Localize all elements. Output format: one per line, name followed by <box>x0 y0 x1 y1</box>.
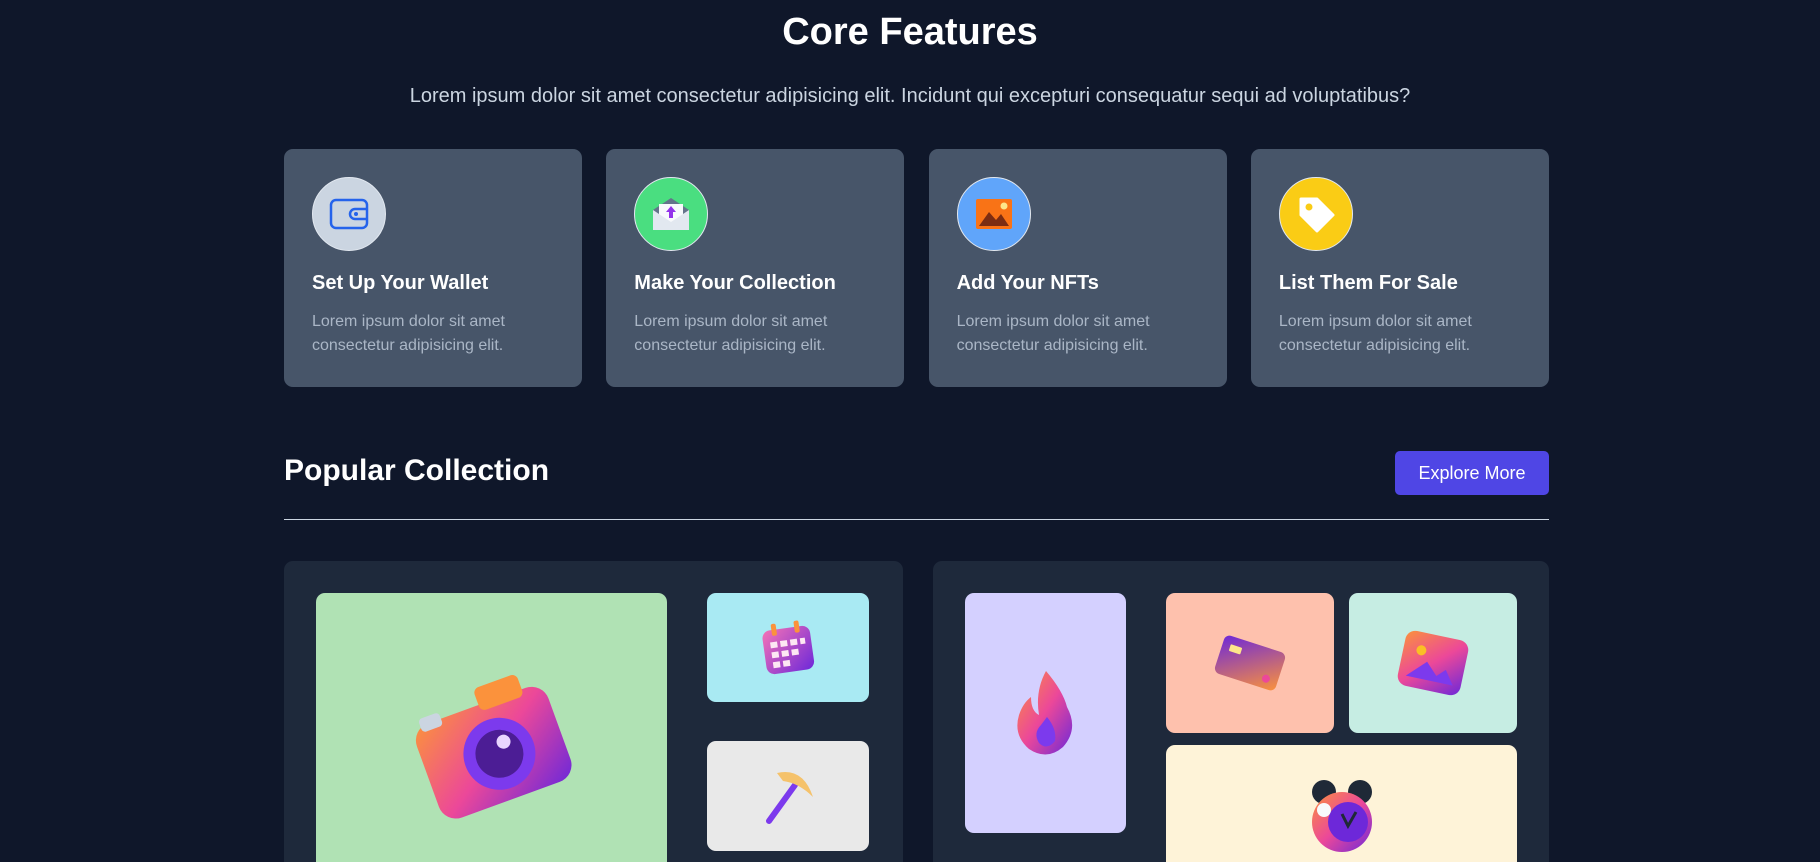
feature-card-nfts: Add Your NFTs Lorem ipsum dolor sit amet… <box>928 149 1227 387</box>
camera-icon <box>415 675 572 819</box>
calendar-icon <box>762 620 815 674</box>
collection-tile-fire[interactable] <box>965 593 1126 833</box>
feature-card-sale: List Them For Sale Lorem ipsum dolor sit… <box>1250 149 1549 387</box>
feature-card-description: Lorem ipsum dolor sit amet consectetur a… <box>1278 313 1472 354</box>
feature-card-title: Set Up Your Wallet <box>312 272 489 294</box>
feature-card-title: Add Your NFTs <box>956 272 1099 294</box>
section-divider <box>284 519 1549 520</box>
fire-icon <box>1016 671 1072 755</box>
feature-card-collection: Make Your Collection Lorem ipsum dolor s… <box>606 149 905 387</box>
wallet-icon <box>312 177 386 251</box>
alarm-clock-icon <box>1311 780 1372 852</box>
feature-card-description: Lorem ipsum dolor sit amet consectetur a… <box>634 313 828 354</box>
collection-tile-clock[interactable] <box>1166 745 1517 862</box>
features-subtitle: Lorem ipsum dolor sit amet consectetur a… <box>409 85 1411 107</box>
collection-tile-calendar[interactable] <box>707 593 869 702</box>
collection-tile-camera[interactable] <box>316 593 667 862</box>
collection-tile-pickaxe[interactable] <box>707 741 869 851</box>
envelope-upload-icon <box>634 177 709 251</box>
collection-panel-right[interactable] <box>933 561 1549 862</box>
feature-card-wallet: Set Up Your Wallet Lorem ipsum dolor sit… <box>284 149 582 387</box>
feature-card-description: Lorem ipsum dolor sit amet consectetur a… <box>312 313 505 354</box>
feature-cards: Set Up Your Wallet Lorem ipsum dolor sit… <box>284 149 1549 387</box>
pickaxe-icon <box>766 772 813 824</box>
feature-card-title: List Them For Sale <box>1278 272 1458 294</box>
collection-panel-left[interactable] <box>284 561 903 862</box>
collection-tile-photo[interactable] <box>1349 593 1517 733</box>
image-icon <box>956 177 1031 251</box>
collection-tile-card[interactable] <box>1166 593 1334 733</box>
explore-more-button[interactable]: Explore More <box>1395 451 1549 495</box>
features-title: Core Features <box>782 11 1038 53</box>
credit-card-icon <box>1214 635 1286 691</box>
photo-icon <box>1397 630 1469 696</box>
feature-card-description: Lorem ipsum dolor sit amet consectetur a… <box>956 313 1150 354</box>
popular-collection-title: Popular Collection <box>284 454 550 487</box>
price-tag-icon <box>1278 177 1353 251</box>
feature-card-title: Make Your Collection <box>634 272 836 294</box>
